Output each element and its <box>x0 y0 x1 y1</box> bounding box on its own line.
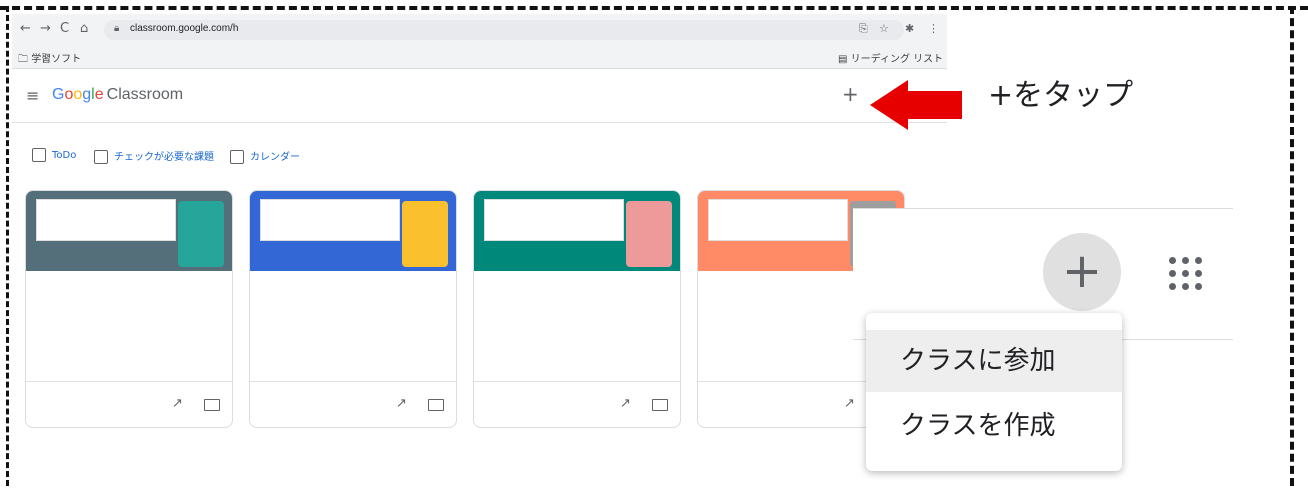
class-name-redacted <box>260 199 400 241</box>
class-name-redacted <box>484 199 624 241</box>
todo-link[interactable]: ToDo <box>32 148 76 162</box>
to-review-icon <box>94 150 108 164</box>
logo-letter: e <box>94 86 104 103</box>
classroom-header: ≡ Google Classroom + <box>12 70 947 123</box>
class-name-redacted <box>36 199 176 241</box>
browser-window: ← → C ⌂ 🔒︎ classroom.google.com/h ⎘ ☆ ✱ … <box>12 14 947 494</box>
red-arrow-icon <box>870 80 962 130</box>
class-name-redacted <box>708 199 848 241</box>
bookmarks-bar: 🗀 学習ソフト ▤ リーディング リスト <box>12 46 947 69</box>
extensions-icon[interactable]: ✱ <box>905 22 914 35</box>
trending-icon[interactable]: ↗ <box>620 396 631 411</box>
bookmark-star-icon[interactable]: ☆ <box>879 22 889 35</box>
bookmark-folder-label: 学習ソフト <box>31 54 82 65</box>
class-card[interactable]: ↗ <box>249 190 457 428</box>
reading-list-label: リーディング リスト <box>850 54 944 65</box>
add-class-button-zoomed[interactable]: + <box>1043 233 1121 311</box>
folder-icon[interactable] <box>652 399 668 411</box>
join-class-menu-item[interactable]: クラスに参加 <box>866 330 1122 392</box>
logo-letter: g <box>82 86 92 103</box>
to-review-label: チェックが必要な課題 <box>114 152 214 163</box>
logo-product-name: Classroom <box>106 86 184 103</box>
translate-icon[interactable]: ⎘ <box>859 22 868 36</box>
card-footer: ↗ <box>250 381 456 427</box>
google-classroom-logo[interactable]: Google Classroom <box>52 86 183 104</box>
add-class-menu: クラスに参加 クラスを作成 <box>866 313 1122 471</box>
reload-icon[interactable]: C <box>60 21 69 36</box>
create-class-menu-item[interactable]: クラスを作成 <box>866 395 1122 457</box>
dashed-frame-left <box>6 6 9 486</box>
forward-arrow-icon[interactable]: → <box>40 21 51 36</box>
todo-icon <box>32 148 46 162</box>
banner-illustration <box>178 201 224 267</box>
folder-icon[interactable] <box>428 399 444 411</box>
calendar-link[interactable]: カレンダー <box>230 148 300 164</box>
logo-letter: G <box>52 86 65 103</box>
banner-illustration <box>402 201 448 267</box>
lock-icon: 🔒︎ <box>114 23 120 34</box>
banner-illustration <box>626 201 672 267</box>
bookmark-folder[interactable]: 🗀 学習ソフト <box>18 50 81 69</box>
browser-toolbar: ← → C ⌂ 🔒︎ classroom.google.com/h ⎘ ☆ ✱ … <box>12 14 947 46</box>
class-card[interactable]: ↗ <box>25 190 233 428</box>
dashed-frame-right <box>1290 6 1294 486</box>
address-bar[interactable]: 🔒︎ classroom.google.com/h <box>104 20 904 40</box>
calendar-icon <box>230 150 244 164</box>
back-arrow-icon[interactable]: ← <box>20 21 31 36</box>
reading-list[interactable]: ▤ リーディング リスト <box>838 50 943 65</box>
main-menu-icon[interactable]: ≡ <box>26 86 39 105</box>
add-class-button[interactable]: + <box>842 82 859 106</box>
class-card[interactable]: ↗ <box>473 190 681 428</box>
browser-menu-icon[interactable]: ⋮ <box>928 22 939 35</box>
trending-icon[interactable]: ↗ <box>172 396 183 411</box>
to-review-link[interactable]: チェックが必要な課題 <box>94 148 214 164</box>
instruction-text: +をタップ <box>988 78 1134 113</box>
home-icon[interactable]: ⌂ <box>80 21 88 36</box>
reading-list-icon: ▤ <box>838 54 848 65</box>
trending-icon[interactable]: ↗ <box>844 396 855 411</box>
dashed-frame-top <box>0 6 1308 10</box>
calendar-label: カレンダー <box>250 152 300 163</box>
google-apps-icon[interactable] <box>1169 257 1203 291</box>
trending-icon[interactable]: ↗ <box>396 396 407 411</box>
url-text: classroom.google.com/h <box>130 23 239 34</box>
folder-icon[interactable] <box>204 399 220 411</box>
card-footer: ↗ <box>26 381 232 427</box>
todo-label: ToDo <box>52 150 77 161</box>
card-footer: ↗ <box>474 381 680 427</box>
folder-icon: 🗀 <box>18 54 28 65</box>
logo-letter: o <box>73 86 83 103</box>
